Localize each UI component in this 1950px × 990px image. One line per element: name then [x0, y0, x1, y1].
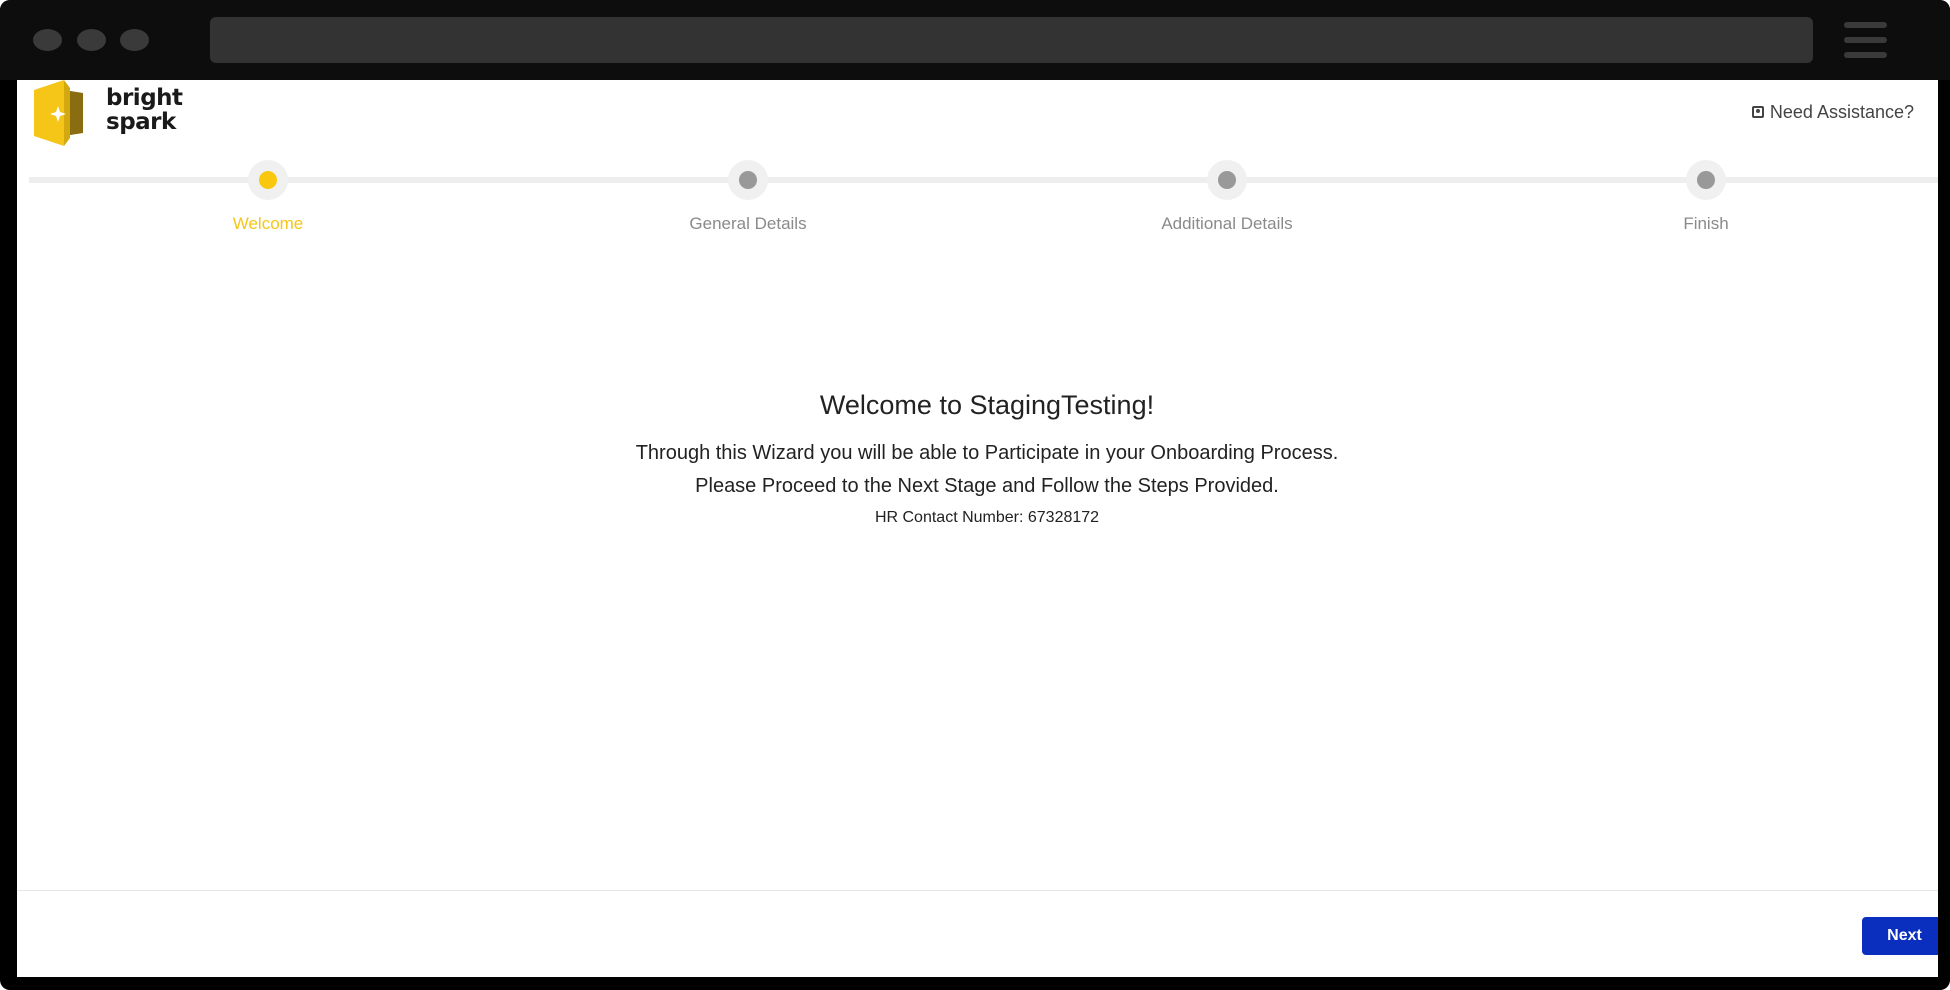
step-label: Welcome	[232, 214, 304, 233]
logo-line-spark: spark	[106, 109, 176, 135]
intro-line-2: Please Proceed to the Next Stage and Fol…	[695, 475, 1279, 497]
step-dot	[1697, 171, 1715, 189]
step-finish[interactable]: Finish	[1556, 160, 1856, 234]
browser-titlebar	[0, 0, 1950, 80]
step-label: Finish	[1683, 214, 1729, 233]
next-button[interactable]: Next	[1862, 917, 1938, 955]
window-minimize-button[interactable]	[77, 29, 106, 51]
step-indicator	[1686, 160, 1726, 200]
step-indicator	[728, 160, 768, 200]
address-bar[interactable]	[210, 17, 1813, 63]
bright-spark-logo[interactable]: bright spark	[34, 80, 184, 146]
step-dot	[259, 171, 277, 189]
page-title: Welcome to StagingTesting!	[819, 390, 1155, 420]
browser-window: bright spark Need Assistance? Welcome Ge…	[0, 0, 1950, 990]
need-assistance-label: Need Assistance?	[1769, 101, 1914, 122]
page-viewport: bright spark Need Assistance? Welcome Ge…	[17, 80, 1938, 977]
step-label: General Details	[689, 214, 807, 233]
window-close-button[interactable]	[33, 29, 62, 51]
contact-card-icon	[1751, 106, 1764, 118]
window-maximize-button[interactable]	[120, 29, 149, 51]
logo-line-bright: bright	[106, 85, 183, 111]
logo-mark-icon	[34, 80, 83, 146]
need-assistance-link[interactable]: Need Assistance?	[1751, 100, 1914, 124]
step-welcome[interactable]: Welcome	[118, 160, 418, 234]
intro-line-1: Through this Wizard you will be able to …	[635, 442, 1339, 464]
hr-contact-number: HR Contact Number: 67328172	[874, 509, 1100, 526]
logo-wordmark: bright spark	[106, 86, 183, 134]
step-dot	[739, 171, 757, 189]
step-general-details[interactable]: General Details	[598, 160, 898, 234]
hamburger-icon[interactable]	[1844, 22, 1887, 58]
step-additional-details[interactable]: Additional Details	[1077, 160, 1377, 234]
footer-divider	[17, 890, 1938, 891]
step-dot	[1218, 171, 1236, 189]
step-indicator	[248, 160, 288, 200]
welcome-content: Welcome to StagingTesting! Through this …	[17, 390, 1938, 527]
step-label: Additional Details	[1161, 214, 1293, 233]
step-indicator	[1207, 160, 1247, 200]
